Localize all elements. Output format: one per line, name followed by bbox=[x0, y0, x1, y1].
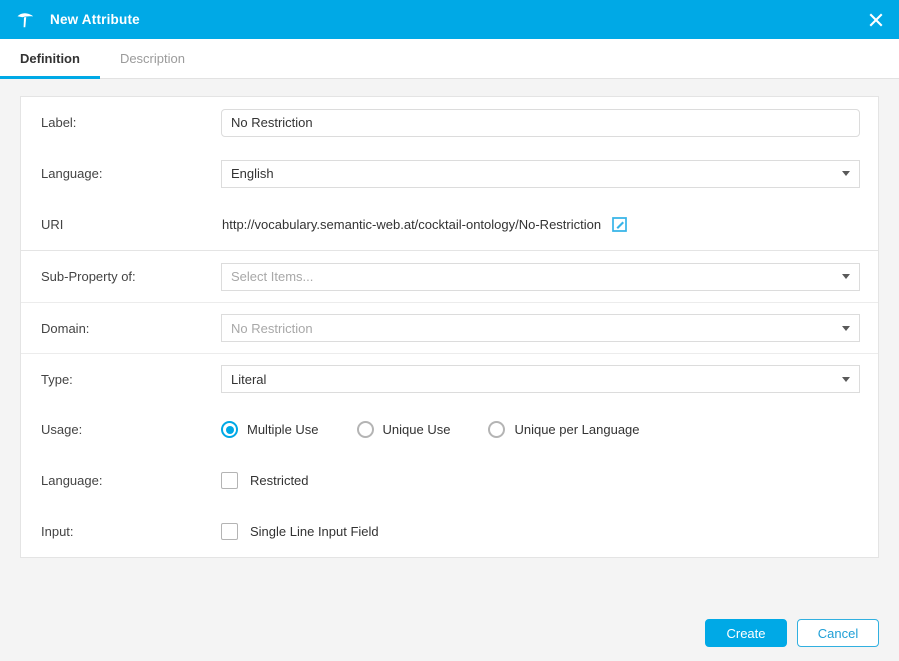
language-select-label: Language: bbox=[41, 166, 221, 181]
type-select-value: Literal bbox=[231, 372, 266, 387]
row-usage: Usage: Multiple Use Unique Use bbox=[21, 404, 878, 455]
tab-description[interactable]: Description bbox=[100, 39, 205, 78]
row-input-single-line: Input: Single Line Input Field bbox=[21, 506, 878, 557]
uri-value: http://vocabulary.semantic-web.at/cockta… bbox=[222, 217, 601, 232]
form-section-properties: Sub-Property of: Select Items... Domain:… bbox=[21, 250, 878, 557]
usage-label: Usage: bbox=[41, 422, 221, 437]
language-restricted-label: Language: bbox=[41, 473, 221, 488]
new-attribute-dialog: New Attribute Definition Description Lab… bbox=[0, 0, 899, 661]
tab-definition-label: Definition bbox=[20, 51, 80, 66]
type-label: Type: bbox=[41, 372, 221, 387]
usage-radio-multiple-use-label: Multiple Use bbox=[247, 422, 319, 437]
row-language-restricted: Language: Restricted bbox=[21, 455, 878, 506]
dialog-title: New Attribute bbox=[50, 12, 140, 27]
radio-unselected-icon bbox=[488, 421, 505, 438]
tab-definition[interactable]: Definition bbox=[0, 39, 100, 78]
edit-square-icon[interactable] bbox=[611, 216, 628, 233]
row-language-select: Language: English bbox=[21, 148, 878, 199]
dialog-footer: Create Cancel bbox=[0, 605, 899, 661]
restricted-checkbox-label: Restricted bbox=[250, 473, 309, 488]
chevron-down-icon bbox=[842, 171, 850, 176]
sub-property-select-value: Select Items... bbox=[231, 269, 313, 284]
usage-radio-unique-per-language-label: Unique per Language bbox=[514, 422, 639, 437]
usage-radio-unique-use[interactable]: Unique Use bbox=[357, 421, 451, 438]
row-uri: URI http://vocabulary.semantic-web.at/co… bbox=[21, 199, 878, 250]
tab-bar: Definition Description bbox=[0, 39, 899, 79]
close-icon[interactable] bbox=[853, 0, 899, 39]
sub-property-label: Sub-Property of: bbox=[41, 269, 221, 284]
tractive-logo-icon bbox=[14, 9, 36, 31]
usage-radio-unique-use-label: Unique Use bbox=[383, 422, 451, 437]
chevron-down-icon bbox=[842, 377, 850, 382]
chevron-down-icon bbox=[842, 274, 850, 279]
language-select-value: English bbox=[231, 166, 274, 181]
language-select[interactable]: English bbox=[221, 160, 860, 188]
single-line-input-checkbox[interactable]: Single Line Input Field bbox=[221, 523, 379, 540]
label-input[interactable] bbox=[221, 109, 860, 137]
single-line-input-checkbox-label: Single Line Input Field bbox=[250, 524, 379, 539]
domain-label: Domain: bbox=[41, 321, 221, 336]
restricted-checkbox[interactable]: Restricted bbox=[221, 472, 309, 489]
sub-property-select[interactable]: Select Items... bbox=[221, 263, 860, 291]
input-single-line-label: Input: bbox=[41, 524, 221, 539]
chevron-down-icon bbox=[842, 326, 850, 331]
label-field-label: Label: bbox=[41, 115, 221, 130]
attribute-form-card: Label: Language: English URI bbox=[20, 96, 879, 558]
dialog-body: Label: Language: English URI bbox=[0, 79, 899, 605]
radio-unselected-icon bbox=[357, 421, 374, 438]
cancel-button[interactable]: Cancel bbox=[797, 619, 879, 647]
usage-radio-group: Multiple Use Unique Use Unique per Langu… bbox=[221, 421, 640, 438]
tab-description-label: Description bbox=[120, 51, 185, 66]
form-section-identity: Label: Language: English URI bbox=[21, 97, 878, 250]
domain-select[interactable]: No Restriction bbox=[221, 314, 860, 342]
row-label: Label: bbox=[21, 97, 878, 148]
dialog-titlebar: New Attribute bbox=[0, 0, 899, 39]
row-type: Type: Literal bbox=[21, 353, 878, 404]
type-select[interactable]: Literal bbox=[221, 365, 860, 393]
usage-radio-multiple-use[interactable]: Multiple Use bbox=[221, 421, 319, 438]
radio-selected-icon bbox=[221, 421, 238, 438]
row-sub-property: Sub-Property of: Select Items... bbox=[21, 251, 878, 302]
uri-label: URI bbox=[41, 217, 221, 232]
create-button[interactable]: Create bbox=[705, 619, 787, 647]
row-domain: Domain: No Restriction bbox=[21, 302, 878, 353]
usage-radio-unique-per-language[interactable]: Unique per Language bbox=[488, 421, 639, 438]
domain-select-value: No Restriction bbox=[231, 321, 313, 336]
checkbox-unchecked-icon bbox=[221, 472, 238, 489]
checkbox-unchecked-icon bbox=[221, 523, 238, 540]
